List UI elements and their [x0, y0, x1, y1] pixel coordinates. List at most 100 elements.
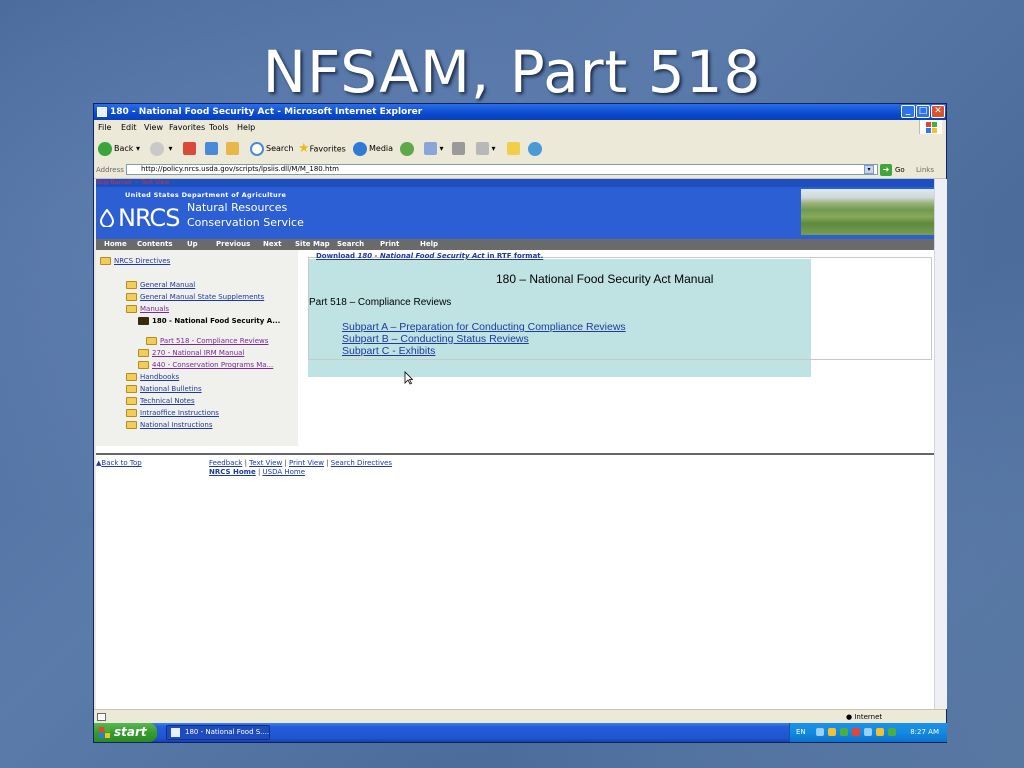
folder-icon — [126, 409, 137, 417]
address-dropdown-icon[interactable]: ▾ — [864, 165, 874, 174]
taskbar-ie-window[interactable]: 180 - National Food S.... — [166, 725, 270, 740]
agency-name-line2: Conservation Service — [187, 216, 304, 229]
nrcs-home-link[interactable]: NRCS Home — [209, 468, 256, 476]
tree-item-national-instructions[interactable]: National Instructions — [126, 420, 213, 430]
tree-item-general-manual[interactable]: General Manual — [126, 280, 195, 290]
tray-icon[interactable] — [864, 728, 872, 736]
tray-icon[interactable] — [828, 728, 836, 736]
search-button[interactable]: Search — [250, 141, 293, 157]
close-button[interactable]: ✕ — [931, 105, 945, 118]
mail-button[interactable]: ▾ — [424, 141, 444, 157]
maximize-button[interactable]: □ — [916, 105, 930, 118]
tree-item-manuals[interactable]: Manuals — [126, 304, 169, 314]
subpart-b-link[interactable]: Subpart B – Conducting Status Reviews — [342, 333, 529, 345]
tray-icon[interactable] — [840, 728, 848, 736]
tree-item-technical-notes[interactable]: Technical Notes — [126, 396, 195, 406]
menu-edit[interactable]: Edit — [121, 120, 137, 136]
go-arrow-icon[interactable]: ➜ — [880, 164, 892, 176]
agency-name-line1: Natural Resources — [187, 201, 288, 214]
folder-icon — [126, 293, 137, 301]
folder-icon — [126, 373, 137, 381]
tree-item-part-518[interactable]: Part 518 - Compliance Reviews — [146, 336, 268, 346]
folder-icon — [146, 337, 157, 345]
text-view-top-link[interactable]: Text View — [141, 179, 169, 186]
nav-search[interactable]: Search — [337, 239, 364, 250]
media-icon — [353, 141, 367, 156]
edit-page-icon — [476, 142, 489, 155]
folder-icon — [100, 257, 111, 265]
menu-help[interactable]: Help — [237, 120, 255, 136]
tray-icon[interactable] — [876, 728, 884, 736]
tray-icon[interactable] — [852, 728, 860, 736]
browser-window: 180 - National Food Security Act - Micro… — [93, 103, 947, 743]
address-bar: Address http://policy.nrcs.usda.gov/scri… — [94, 162, 946, 179]
address-label: Address — [96, 166, 124, 174]
start-button[interactable]: start — [94, 723, 157, 742]
edit-button[interactable]: ▾ — [476, 141, 496, 157]
favorites-button[interactable]: ★Favorites — [298, 141, 346, 157]
tray-icon[interactable] — [888, 728, 896, 736]
nav-home[interactable]: Home — [104, 239, 127, 250]
nav-print[interactable]: Print — [380, 239, 399, 250]
tree-item-intraoffice[interactable]: Intraoffice Instructions — [126, 408, 219, 418]
search-directives-link[interactable]: Search Directives — [331, 459, 392, 467]
print-view-link[interactable]: Print View — [289, 459, 324, 467]
tray-icon[interactable] — [816, 728, 824, 736]
usda-home-link[interactable]: USDA Home — [263, 468, 306, 476]
nav-next[interactable]: Next — [263, 239, 281, 250]
skip-links: Skip Banner ~ Text View — [96, 179, 934, 187]
tree-item-nrcs-directives[interactable]: NRCS Directives — [100, 256, 170, 266]
home-button[interactable] — [226, 141, 239, 157]
discuss-button[interactable] — [507, 141, 520, 157]
tree-item-handbooks[interactable]: Handbooks — [126, 372, 179, 382]
back-button[interactable]: Back ▾ — [98, 141, 140, 157]
refresh-button[interactable] — [205, 141, 218, 157]
tree-item-440-manual[interactable]: 440 - Conservation Programs Ma... — [138, 360, 273, 370]
folder-icon — [138, 349, 149, 357]
stop-icon — [183, 142, 196, 155]
slide-title: NFSAM, Part 518 — [262, 38, 762, 106]
mail-icon — [424, 142, 437, 155]
menu-tools[interactable]: Tools — [209, 120, 229, 136]
minimize-button[interactable]: _ — [901, 105, 915, 118]
language-indicator[interactable]: EN — [796, 723, 806, 742]
back-to-top[interactable]: ▲Back to Top — [96, 459, 142, 468]
skip-banner-link[interactable]: Skip Banner — [96, 179, 132, 186]
folder-icon — [126, 305, 137, 313]
go-button[interactable]: Go — [895, 162, 905, 178]
feedback-link[interactable]: Feedback — [209, 459, 242, 467]
nav-up[interactable]: Up — [187, 239, 198, 250]
nrcs-logo[interactable]: NRCS — [118, 204, 180, 232]
subpart-a-link[interactable]: Subpart A – Preparation for Conducting C… — [342, 321, 626, 333]
nav-help[interactable]: Help — [420, 239, 438, 250]
messenger-button[interactable] — [528, 141, 544, 157]
links-button[interactable]: Links — [916, 162, 934, 178]
tree-item-national-bulletins[interactable]: National Bulletins — [126, 384, 202, 394]
address-input[interactable]: http://policy.nrcs.usda.gov/scripts/lpsi… — [126, 164, 878, 175]
tree-item-state-supplements[interactable]: General Manual State Supplements — [126, 292, 264, 302]
nav-site-map[interactable]: Site Map — [295, 239, 330, 250]
download-rtf-link[interactable]: Download 180 - National Food Security Ac… — [316, 252, 543, 260]
status-bar: ● Internet — [94, 709, 946, 724]
stop-button[interactable] — [183, 141, 196, 157]
menu-view[interactable]: View — [144, 120, 163, 136]
forward-button[interactable]: ▾ — [150, 141, 173, 157]
menu-favorites[interactable]: Favorites — [169, 120, 205, 136]
tree-item-180-manual[interactable]: 180 - National Food Security A... — [138, 316, 280, 326]
vertical-scrollbar[interactable] — [934, 179, 947, 709]
menu-file[interactable]: File — [98, 120, 111, 136]
tree-item-270-manual[interactable]: 270 - National IRM Manual — [138, 348, 244, 358]
history-button[interactable] — [400, 141, 416, 157]
subpart-c-link[interactable]: Subpart C - Exhibits — [342, 345, 435, 357]
media-button[interactable]: Media — [353, 141, 393, 157]
mouse-pointer-icon — [404, 371, 413, 385]
title-bar[interactable]: 180 - National Food Security Act - Micro… — [94, 104, 946, 120]
nav-previous[interactable]: Previous — [216, 239, 250, 250]
footer-divider — [96, 453, 934, 455]
print-button[interactable] — [452, 141, 465, 157]
clock[interactable]: 8:27 AM — [910, 723, 939, 742]
text-view-link[interactable]: Text View — [249, 459, 282, 467]
directives-tree: NRCS Directives General Manual General M… — [96, 250, 298, 446]
nav-contents[interactable]: Contents — [137, 239, 173, 250]
folder-icon — [126, 281, 137, 289]
